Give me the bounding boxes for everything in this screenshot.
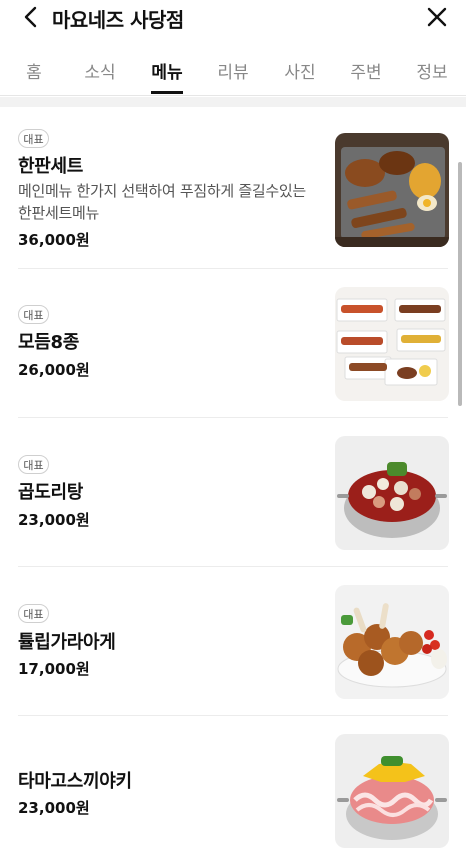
signature-badge: 대표 (18, 604, 49, 623)
page-title: 마요네즈 사당점 (52, 8, 184, 32)
close-button[interactable] (422, 2, 452, 32)
signature-badge: 대표 (18, 305, 49, 324)
close-icon (427, 7, 447, 27)
menu-item-name: 모듬8종 (18, 332, 80, 353)
tab-bar: 홈 소식 메뉴 리뷰 사진 주변 정보 (0, 50, 466, 96)
menu-item[interactable]: 대표 곱도리탕 23,000원 (0, 418, 466, 567)
signature-badge: 대표 (18, 455, 49, 474)
menu-item-price: 26,000원 (18, 361, 90, 379)
menu-item[interactable]: 타마고스끼야키 23,000원 (0, 716, 466, 859)
menu-item-name: 한판세트 (18, 156, 84, 177)
menu-item-photo[interactable] (335, 734, 449, 848)
menu-item[interactable]: 대표 튤립가라아게 17,000원 (0, 567, 466, 716)
scrollbar[interactable] (458, 162, 462, 406)
menu-item-price: 23,000원 (18, 511, 90, 529)
tab-news[interactable]: 소식 (83, 58, 117, 83)
menu-item-name: 튤립가라아게 (18, 632, 116, 653)
menu-item-photo[interactable] (335, 287, 449, 401)
menu-item-price: 36,000원 (18, 231, 90, 249)
tab-home[interactable]: 홈 (24, 58, 44, 83)
chevron-left-icon (24, 6, 37, 28)
menu-item-photo[interactable] (335, 585, 449, 699)
menu-item-price: 23,000원 (18, 799, 90, 817)
menu-item[interactable]: 대표 한판세트 메인메뉴 한가지 선택하여 푸짐하게 즐길수있는 한판세트메뉴 … (0, 107, 466, 269)
menu-item-price: 17,000원 (18, 660, 90, 678)
tab-photos[interactable]: 사진 (283, 58, 317, 83)
active-tab-indicator (151, 91, 183, 94)
menu-item-name: 타마고스끼야키 (18, 771, 132, 792)
tab-reviews[interactable]: 리뷰 (216, 58, 250, 83)
signature-badge: 대표 (18, 129, 49, 148)
menu-item-description: 메인메뉴 한가지 선택하여 푸짐하게 즐길수있는 한판세트메뉴 (18, 182, 306, 222)
tab-nearby[interactable]: 주변 (349, 58, 383, 83)
back-button[interactable] (14, 2, 46, 32)
top-bar: 마요네즈 사당점 (0, 0, 466, 36)
section-separator (0, 97, 466, 107)
tab-info[interactable]: 정보 (415, 58, 449, 83)
menu-item-name: 곱도리탕 (18, 482, 84, 503)
menu-item-photo[interactable] (335, 133, 449, 247)
menu-item[interactable]: 대표 모듬8종 26,000원 (0, 269, 466, 418)
tab-menu[interactable]: 메뉴 (150, 58, 184, 83)
menu-item-photo[interactable] (335, 436, 449, 550)
